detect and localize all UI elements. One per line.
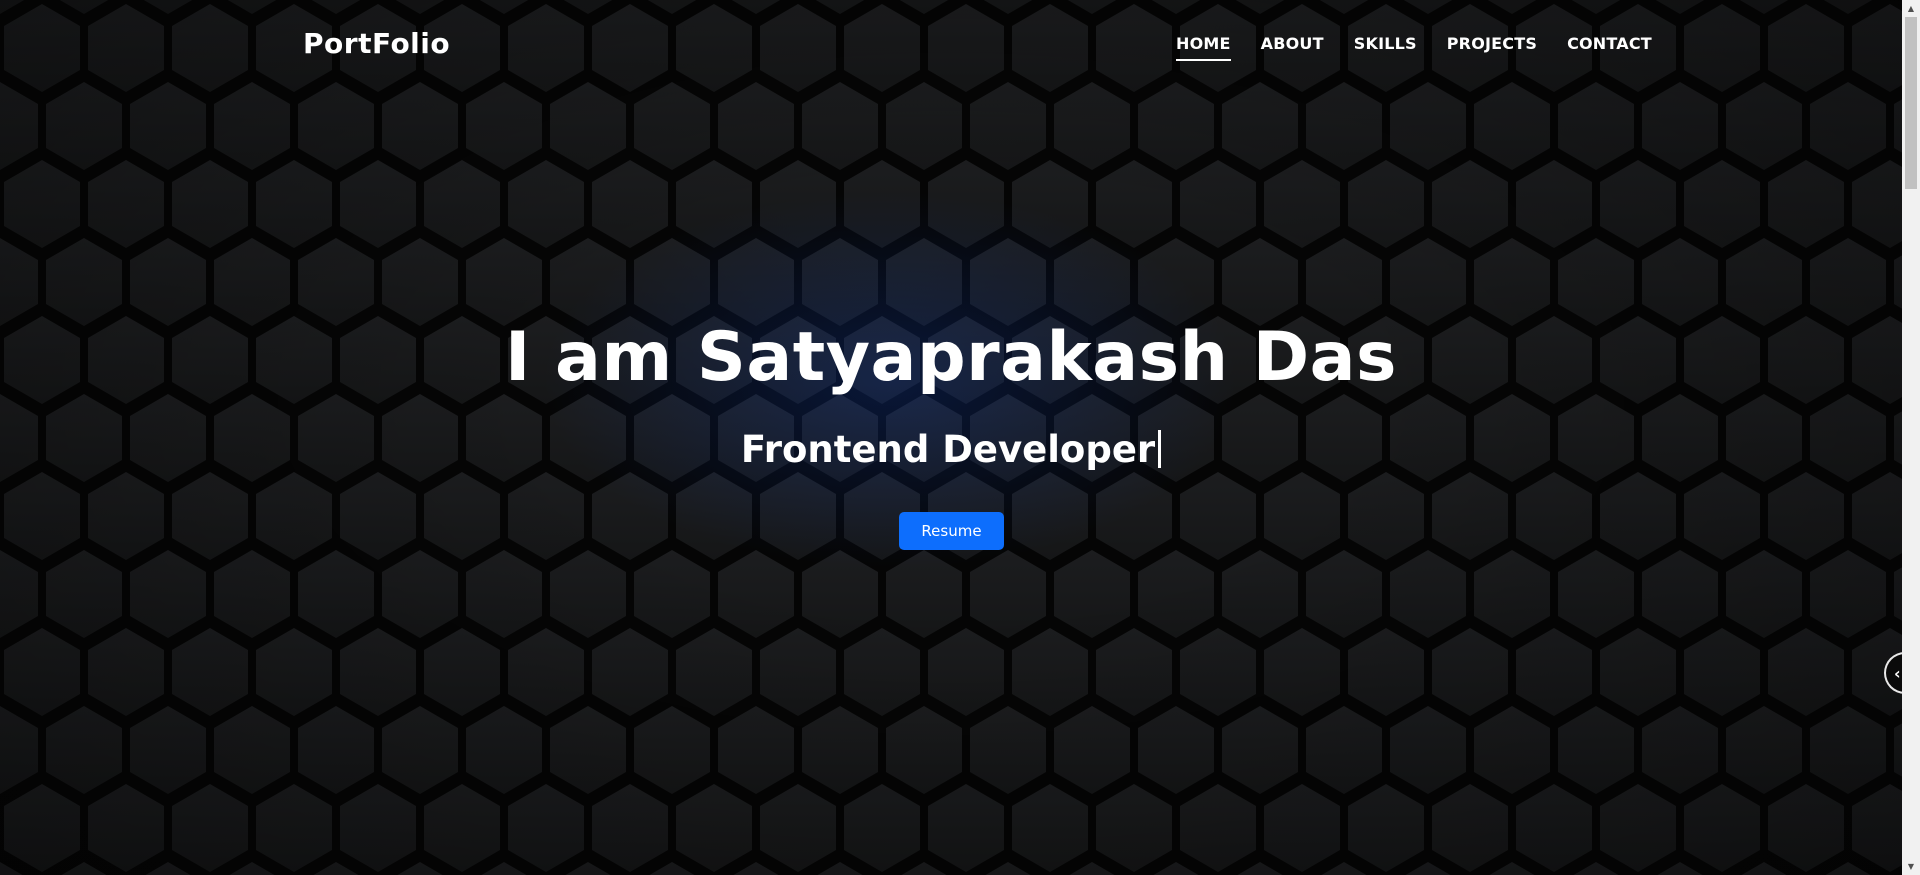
scroll-down-arrow-icon[interactable]: ▼ [1902,858,1920,875]
chevron-left-icon: ‹ [1894,663,1901,683]
resume-button[interactable]: Resume [899,512,1004,550]
hero-subtitle-typing: Frontend Developer [0,428,1902,471]
vertical-scrollbar[interactable]: ▲ ▼ [1902,0,1920,875]
typing-cursor [1158,430,1162,468]
scroll-up-arrow-icon[interactable]: ▲ [1902,0,1920,17]
page-viewport: PortFolio HOME ABOUT SKILLS PROJECTS CON… [0,0,1902,875]
hero-section: I am Satyaprakash Das Frontend Developer… [0,0,1902,875]
scrollbar-thumb[interactable] [1905,17,1917,189]
hero-subtitle-text: Frontend Developer [740,428,1156,471]
hero-title: I am Satyaprakash Das [504,318,1398,397]
